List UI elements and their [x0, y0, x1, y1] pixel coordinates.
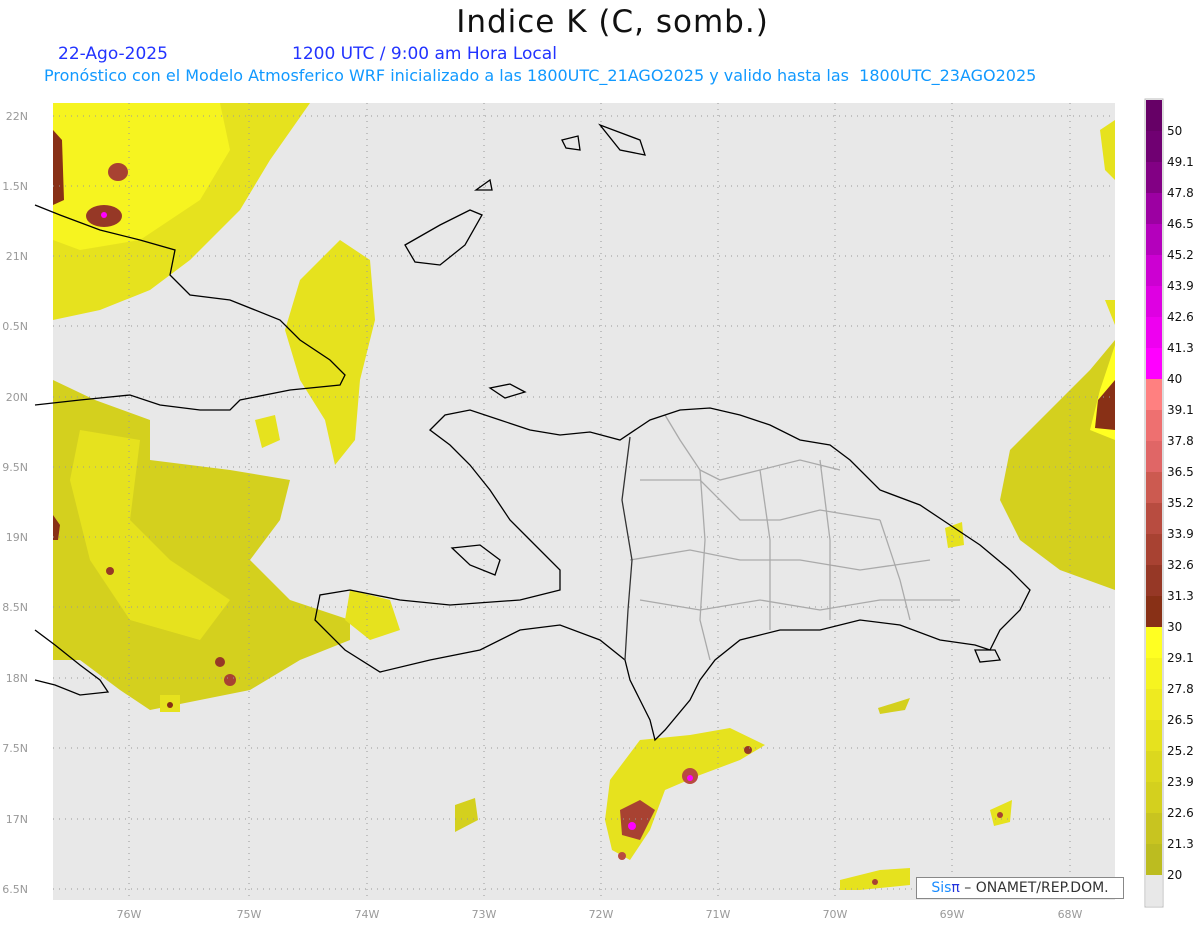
colorbar-swatch	[1146, 410, 1162, 441]
colorbar-swatch	[1146, 100, 1162, 131]
lat-label: 1.5N	[2, 180, 28, 193]
colorbar-swatch	[1146, 131, 1162, 162]
colorbar-label: 33.9	[1167, 527, 1194, 541]
colorbar-label: 21.3	[1167, 837, 1194, 851]
credit-box: Sisπ – ONAMET/REP.DOM.	[916, 877, 1124, 899]
colorbar-label: 37.8	[1167, 434, 1194, 448]
colorbar-swatch	[1146, 503, 1162, 534]
colorbar-label: 42.6	[1167, 310, 1194, 324]
lon-label: 76W	[117, 908, 142, 921]
lat-label: 8.5N	[2, 601, 28, 614]
lon-labels: 76W 75W 74W 73W 72W 71W 70W 69W 68W	[117, 908, 1083, 921]
lat-label: 21N	[6, 250, 28, 263]
credit-pi: π	[951, 880, 960, 896]
colorbar-swatch	[1146, 782, 1162, 813]
colorbar-label: 22.6	[1167, 806, 1194, 820]
colorbar-swatch	[1146, 565, 1162, 596]
colorbar-label: 50	[1167, 124, 1182, 138]
lon-label: 68W	[1058, 908, 1083, 921]
colorbar-swatch	[1146, 875, 1162, 906]
colorbar-swatch	[1146, 224, 1162, 255]
colorbar-swatch	[1146, 472, 1162, 503]
colorbar-label: 27.8	[1167, 682, 1194, 696]
colorbar-label: 29.1	[1167, 651, 1194, 665]
colorbar-swatch	[1146, 844, 1162, 875]
colorbar-swatch	[1146, 348, 1162, 379]
lon-label: 71W	[706, 908, 731, 921]
map: 76W 75W 74W 73W 72W 71W 70W 69W 68W 22N …	[2, 98, 1194, 921]
colorbar-swatch	[1146, 317, 1162, 348]
colorbar: 50 49.1 47.8 46.5 45.2 43.9 42.6 41.3 40 39.1 37.8…	[1144, 98, 1194, 908]
lat-labels: 22N 1.5N 21N 0.5N 20N 9.5N 19N 8.5N 18N …	[2, 110, 28, 896]
lat-label: 19N	[6, 531, 28, 544]
colorbar-label: 30	[1167, 620, 1182, 634]
colorbar-label: 23.9	[1167, 775, 1194, 789]
colorbar-swatch	[1146, 193, 1162, 224]
lon-label: 70W	[823, 908, 848, 921]
colorbar-swatch	[1146, 813, 1162, 844]
colorbar-swatch	[1146, 441, 1162, 472]
colorbar-label: 20	[1167, 868, 1182, 882]
colorbar-label: 39.1	[1167, 403, 1194, 417]
colorbar-swatch	[1146, 689, 1162, 720]
lon-label: 74W	[355, 908, 380, 921]
colorbar-label: 26.5	[1167, 713, 1194, 727]
colorbar-swatch	[1146, 751, 1162, 782]
colorbar-label: 46.5	[1167, 217, 1194, 231]
colorbar-swatch	[1146, 534, 1162, 565]
lat-label: 20N	[6, 391, 28, 404]
colorbar-swatch	[1146, 627, 1162, 658]
colorbar-label: 36.5	[1167, 465, 1194, 479]
lat-label: 7.5N	[2, 742, 28, 755]
colorbar-label: 43.9	[1167, 279, 1194, 293]
colorbar-label: 41.3	[1167, 341, 1194, 355]
colorbar-swatch	[1146, 658, 1162, 689]
lon-label: 72W	[589, 908, 614, 921]
colorbar-swatch	[1146, 379, 1162, 410]
lon-label: 69W	[940, 908, 965, 921]
colorbar-label: 32.6	[1167, 558, 1194, 572]
colorbar-swatch	[1146, 596, 1162, 627]
colorbar-label: 49.1	[1167, 155, 1194, 169]
colorbar-label: 25.2	[1167, 744, 1194, 758]
lat-label: 0.5N	[2, 320, 28, 333]
colorbar-swatch	[1146, 720, 1162, 751]
lon-label: 75W	[237, 908, 262, 921]
lat-label: 18N	[6, 672, 28, 685]
colorbar-label: 31.3	[1167, 589, 1194, 603]
colorbar-label: 45.2	[1167, 248, 1194, 262]
colorbar-swatch	[1146, 255, 1162, 286]
lat-label: 9.5N	[2, 461, 28, 474]
colorbar-swatch	[1146, 286, 1162, 317]
credit-sis: Sis	[931, 880, 952, 896]
colorbar-label: 47.8	[1167, 186, 1194, 200]
colorbar-swatch	[1146, 162, 1162, 193]
lat-label: 6.5N	[2, 883, 28, 896]
colorbar-label: 35.2	[1167, 496, 1194, 510]
credit-text: – ONAMET/REP.DOM.	[959, 880, 1109, 896]
colorbar-label: 40	[1167, 372, 1182, 386]
lat-label: 22N	[6, 110, 28, 123]
lon-label: 73W	[472, 908, 497, 921]
lat-label: 17N	[6, 813, 28, 826]
